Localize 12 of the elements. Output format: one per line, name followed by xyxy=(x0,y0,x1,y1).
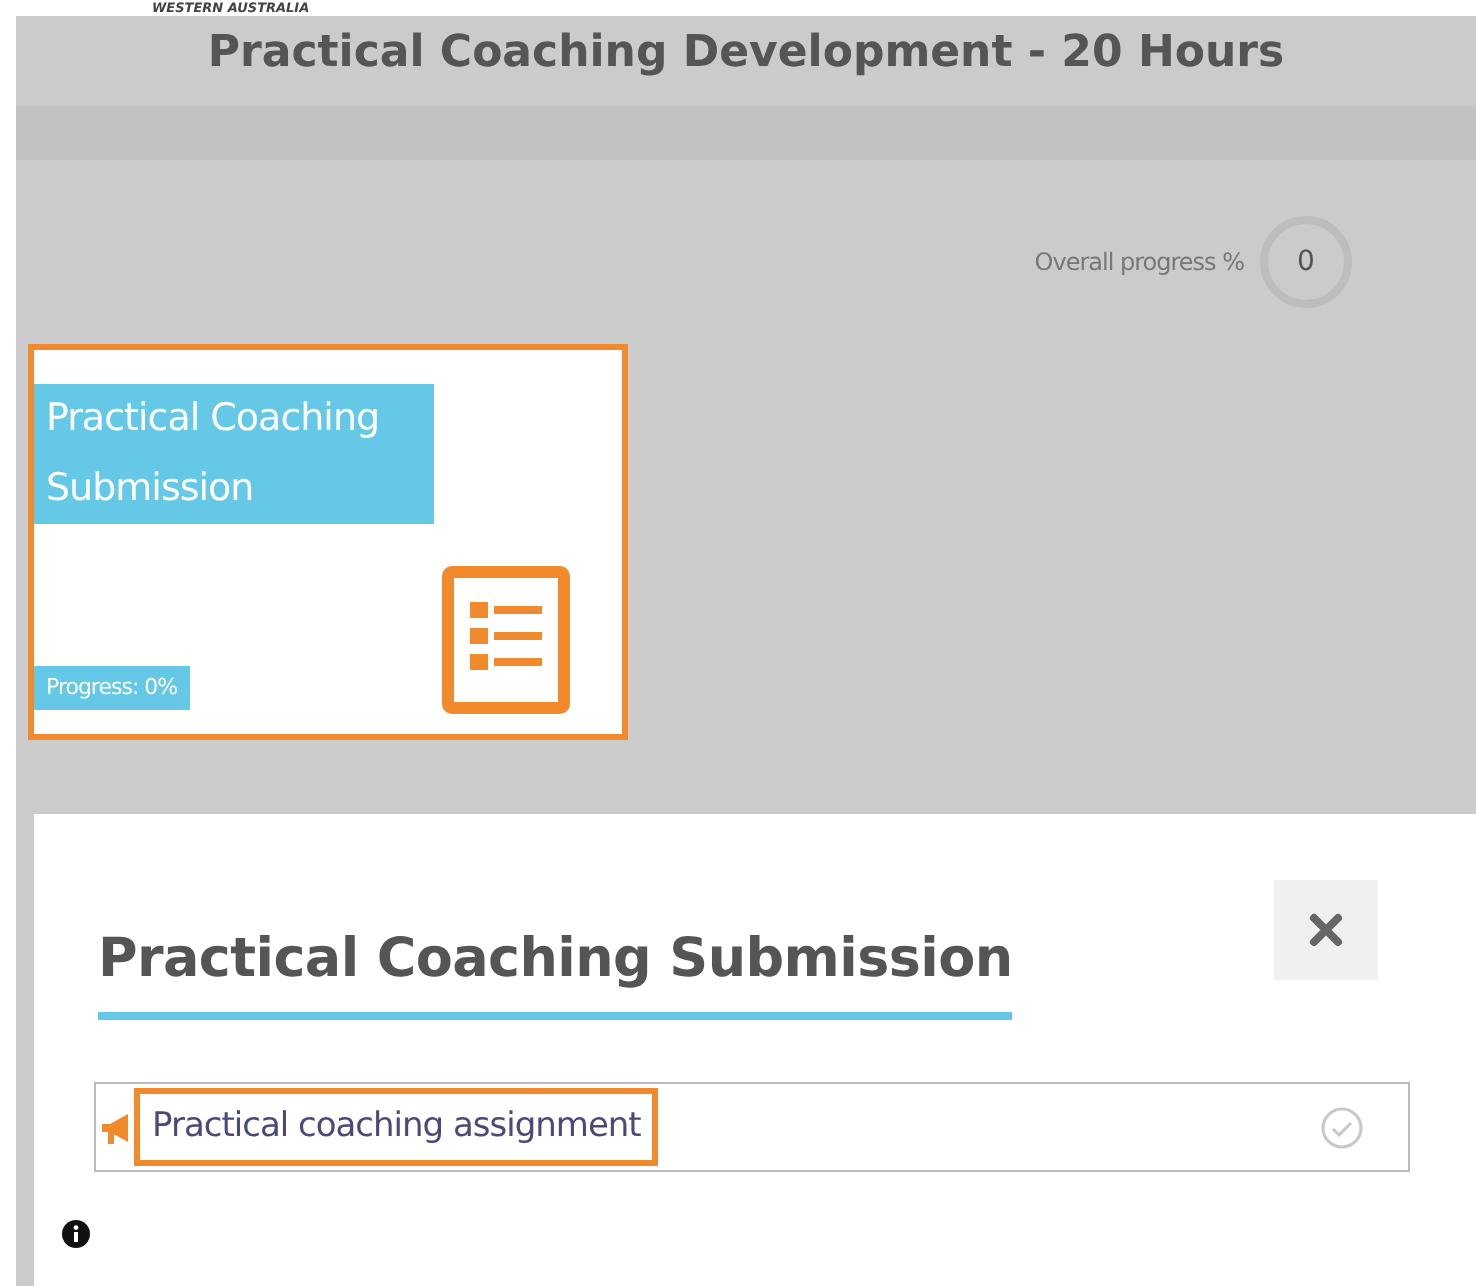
overall-progress-circle: 0 xyxy=(1260,216,1352,308)
overall-progress-label: Overall progress % xyxy=(1034,246,1244,280)
checklist-icon xyxy=(442,566,570,714)
section-title: Practical Coaching Submission xyxy=(34,384,434,524)
completion-check-icon[interactable] xyxy=(1320,1105,1364,1149)
modal-title: Practical Coaching Submission xyxy=(98,928,1013,1021)
course-title: Practical Coaching Development - 20 Hours xyxy=(205,26,1287,82)
info-icon[interactable] xyxy=(62,1220,90,1248)
close-button[interactable] xyxy=(1274,880,1378,980)
activity-link[interactable]: Practical coaching assignment xyxy=(134,1087,659,1167)
close-icon xyxy=(1308,912,1344,948)
section-progress: Progress: 0% xyxy=(34,665,190,710)
